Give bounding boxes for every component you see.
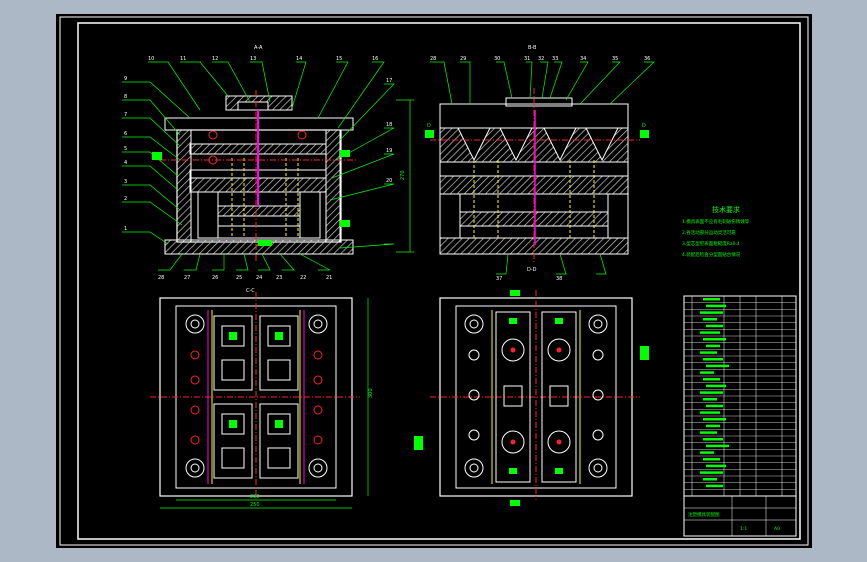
svg-text:25: 25	[236, 275, 242, 281]
dim-height-label: 270	[400, 170, 406, 180]
cad-window: A-A 270 9 8 7 6 5 4 3 2 1 10 11 12 13 14…	[56, 14, 812, 548]
marker-d-right: D	[642, 123, 646, 129]
bom-cell-text	[700, 331, 720, 334]
svg-text:7: 7	[124, 112, 127, 118]
section-c-label: C-C	[246, 288, 255, 294]
svg-text:37: 37	[496, 276, 502, 282]
svg-text:12: 12	[212, 56, 218, 62]
svg-text:3: 3	[124, 179, 127, 185]
section-a-label: A-A	[254, 45, 263, 51]
bom-cell-text	[706, 324, 723, 328]
bom-cell-text	[703, 338, 726, 341]
bom-cell-text	[700, 311, 723, 314]
bom-cell-text	[703, 438, 723, 441]
svg-text:29: 29	[460, 56, 466, 62]
svg-text:30: 30	[494, 56, 500, 62]
svg-text:4: 4	[124, 160, 127, 166]
bom-cell-text	[700, 391, 723, 394]
bom-cell-text	[700, 431, 717, 434]
bom-cell-text	[703, 298, 720, 301]
svg-text:1: 1	[124, 226, 127, 232]
bom-cell-text	[700, 471, 723, 474]
bom-cell-text	[703, 378, 720, 381]
tech-req-line-3: 3.型芯型腔表面粗糙度Ra0.4	[682, 240, 740, 247]
svg-text:6: 6	[124, 131, 127, 137]
tech-req-line-2: 2.各活动部分运动灵活可靠	[682, 229, 736, 236]
dim-plan-height: 300	[368, 388, 374, 398]
svg-text:14: 14	[296, 56, 302, 62]
svg-text:5: 5	[124, 146, 127, 152]
svg-text:11: 11	[180, 56, 186, 62]
svg-text:20: 20	[386, 178, 392, 184]
bom-cell-text	[703, 398, 717, 401]
svg-text:18: 18	[386, 122, 392, 128]
bom-cell-text	[703, 318, 717, 321]
svg-text:35: 35	[612, 56, 618, 62]
svg-text:16: 16	[372, 56, 378, 62]
bom-cell-text	[706, 304, 726, 308]
bom-cell-text	[700, 371, 714, 374]
section-b-label: B-B	[528, 45, 537, 51]
svg-text:10: 10	[148, 56, 154, 62]
svg-text:13: 13	[250, 56, 256, 62]
bom-cell-text	[703, 478, 717, 481]
svg-text:31: 31	[524, 56, 530, 62]
svg-text:24: 24	[256, 275, 262, 281]
svg-text:28: 28	[430, 56, 436, 62]
title-block-sheet: A0	[774, 526, 780, 532]
svg-text:34: 34	[580, 56, 586, 62]
dim-plan-width-inner: 220	[250, 494, 260, 500]
bom-cell-text	[706, 404, 723, 408]
svg-text:23: 23	[276, 275, 282, 281]
bom-cell-text	[703, 458, 720, 461]
svg-text:27: 27	[184, 275, 190, 281]
svg-text:15: 15	[336, 56, 342, 62]
bom-cell-text	[700, 411, 720, 414]
title-block-name: 注塑模具装配图	[688, 511, 720, 518]
bom-cell-text	[706, 424, 720, 428]
svg-text:28: 28	[158, 275, 164, 281]
tech-req-line-4: 4.装配后检查分型面贴合情况	[682, 251, 741, 258]
svg-text:21: 21	[326, 275, 332, 281]
bom-cell-text	[703, 358, 723, 361]
svg-text:22: 22	[300, 275, 306, 281]
bom-cell-text	[706, 384, 726, 388]
svg-text:17: 17	[386, 78, 392, 84]
section-d-label: D-D	[527, 267, 537, 273]
title-block-scale: 1:1	[740, 526, 747, 532]
bom-cell-text	[700, 451, 714, 454]
drawing-canvas[interactable]	[56, 14, 812, 548]
svg-text:33: 33	[552, 56, 558, 62]
tech-req-line-1: 1.模具表面不应有毛刺碰伤锈蚀等	[682, 218, 750, 225]
bom-cell-text	[706, 484, 723, 488]
svg-text:9: 9	[124, 76, 127, 82]
marker-d-left: D	[427, 123, 431, 129]
svg-text:2: 2	[124, 196, 127, 202]
bom-cell-text	[700, 351, 717, 354]
svg-text:36: 36	[644, 56, 650, 62]
svg-text:26: 26	[212, 275, 218, 281]
svg-text:19: 19	[386, 148, 392, 154]
bom-cell-text	[706, 364, 729, 368]
svg-text:8: 8	[124, 94, 127, 100]
bom-cell-text	[706, 464, 726, 468]
svg-text:38: 38	[556, 276, 562, 282]
bom-cell-text	[706, 344, 720, 348]
bom-cell-text	[706, 444, 729, 448]
bom-cell-text	[703, 418, 726, 421]
tech-req-title: 技术要求	[712, 205, 740, 214]
svg-text:32: 32	[538, 56, 544, 62]
dim-plan-width-outer: 250	[250, 502, 260, 508]
